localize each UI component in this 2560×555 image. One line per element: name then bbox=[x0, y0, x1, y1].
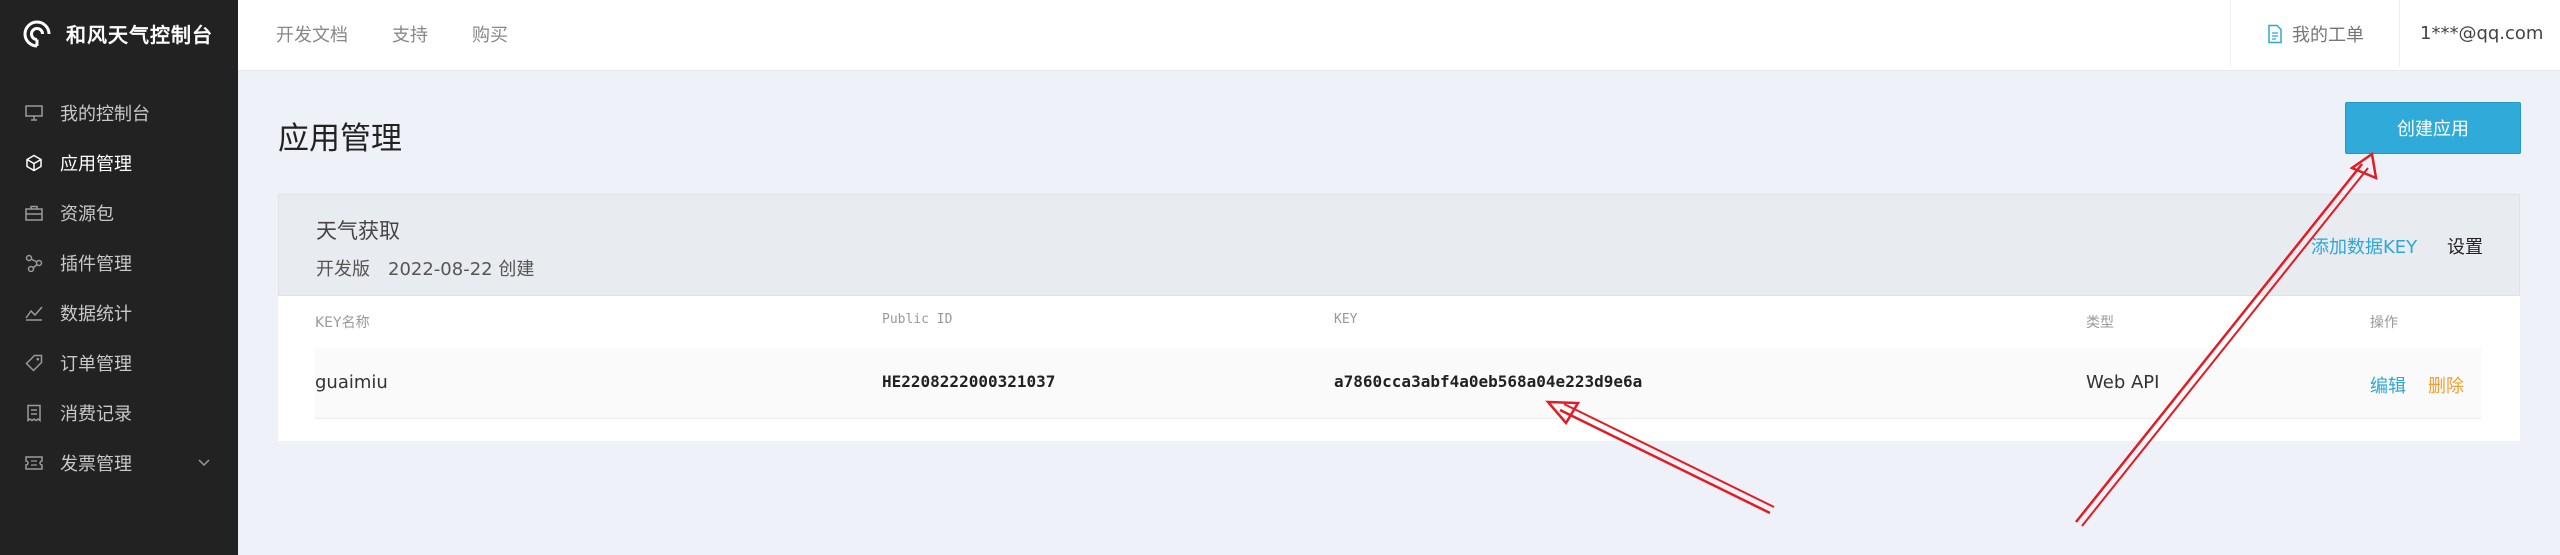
project-settings-link[interactable]: 设置 bbox=[2447, 233, 2483, 259]
delete-key-button[interactable]: 删除 bbox=[2428, 372, 2464, 398]
sidebar-item-apps[interactable]: 应用管理 bbox=[0, 138, 238, 188]
page-title: 应用管理 bbox=[278, 121, 402, 157]
logo-icon bbox=[23, 20, 51, 48]
my-tickets-label: 我的工单 bbox=[2292, 24, 2364, 46]
project-meta: 开发版 2022-08-22 创建 bbox=[316, 255, 534, 281]
column-header-actions: 操作 bbox=[2370, 315, 2398, 331]
column-header-public-id: Public ID bbox=[882, 312, 953, 327]
public-id-cell: HE2208222000321037 bbox=[882, 372, 1056, 391]
add-data-key-link[interactable]: 添加数据KEY bbox=[2311, 233, 2417, 259]
sidebar-item-label: 消费记录 bbox=[60, 404, 132, 425]
sidebar-nav: 我的控制台 应用管理 资源包 插件管理 数据统计 订单管理 消费记录 发票管理 bbox=[0, 88, 238, 488]
sidebar-item-label: 插件管理 bbox=[60, 254, 132, 275]
sidebar-item-statistics[interactable]: 数据统计 bbox=[0, 288, 238, 338]
top-nav: 开发文档 支持 购买 bbox=[276, 0, 508, 67]
key-type-cell: Web API bbox=[2086, 372, 2160, 393]
top-header: 开发文档 支持 购买 我的工单 1***@qq.com bbox=[238, 0, 2560, 71]
column-header-key: KEY bbox=[1334, 312, 1358, 327]
api-key-cell: a7860cca3abf4a0eb568a04e223d9e6a bbox=[1334, 372, 1643, 391]
create-app-button[interactable]: 创建应用 bbox=[2345, 102, 2521, 154]
brand[interactable]: 和风天气控制台 bbox=[0, 0, 238, 67]
column-header-type: 类型 bbox=[2086, 315, 2114, 331]
sidebar-item-label: 资源包 bbox=[60, 204, 114, 225]
plugin-icon bbox=[24, 253, 44, 273]
sidebar-item-label: 发票管理 bbox=[60, 454, 132, 475]
monitor-icon bbox=[24, 103, 44, 123]
sidebar-item-label: 应用管理 bbox=[60, 154, 132, 175]
app-card-header: 天气获取 开发版 2022-08-22 创建 添加数据KEY 设置 bbox=[278, 194, 2520, 296]
sidebar-item-label: 我的控制台 bbox=[60, 104, 150, 125]
my-tickets-button[interactable]: 我的工单 bbox=[2230, 0, 2400, 67]
sidebar-item-dashboard[interactable]: 我的控制台 bbox=[0, 88, 238, 138]
tag-icon bbox=[24, 353, 44, 373]
chevron-down-icon[interactable] bbox=[196, 454, 212, 470]
sidebar-item-packages[interactable]: 资源包 bbox=[0, 188, 238, 238]
nav-buy-link[interactable]: 购买 bbox=[472, 21, 508, 47]
sidebar: 和风天气控制台 我的控制台 应用管理 资源包 插件管理 数据统计 订单管理 消费… bbox=[0, 0, 238, 555]
ticket-icon bbox=[24, 453, 44, 473]
column-header-key-name: KEY名称 bbox=[315, 315, 370, 331]
app-card: 天气获取 开发版 2022-08-22 创建 添加数据KEY 设置 KEY名称 … bbox=[278, 194, 2520, 441]
receipt-icon bbox=[24, 403, 44, 423]
sidebar-item-orders[interactable]: 订单管理 bbox=[0, 338, 238, 388]
project-plan: 开发版 bbox=[316, 259, 370, 280]
package-icon bbox=[24, 203, 44, 223]
edit-key-button[interactable]: 编辑 bbox=[2370, 372, 2406, 398]
sidebar-item-label: 订单管理 bbox=[60, 354, 132, 375]
cube-icon bbox=[24, 153, 44, 173]
sidebar-item-billing[interactable]: 消费记录 bbox=[0, 388, 238, 438]
user-email: 1***@qq.com bbox=[2420, 23, 2544, 44]
table-divider bbox=[315, 418, 2481, 419]
sidebar-item-plugins[interactable]: 插件管理 bbox=[0, 238, 238, 288]
chart-icon bbox=[24, 303, 44, 323]
sidebar-item-invoices[interactable]: 发票管理 bbox=[0, 438, 238, 488]
user-account-menu[interactable]: 1***@qq.com bbox=[2420, 0, 2543, 67]
project-created-date: 2022-08-22 创建 bbox=[388, 259, 535, 280]
document-icon bbox=[2268, 24, 2282, 43]
nav-docs-link[interactable]: 开发文档 bbox=[276, 21, 348, 47]
brand-name: 和风天气控制台 bbox=[66, 23, 213, 47]
sidebar-item-label: 数据统计 bbox=[60, 304, 132, 325]
nav-support-link[interactable]: 支持 bbox=[392, 21, 428, 47]
key-name-cell: guaimiu bbox=[315, 372, 388, 393]
project-name: 天气获取 bbox=[316, 219, 400, 243]
